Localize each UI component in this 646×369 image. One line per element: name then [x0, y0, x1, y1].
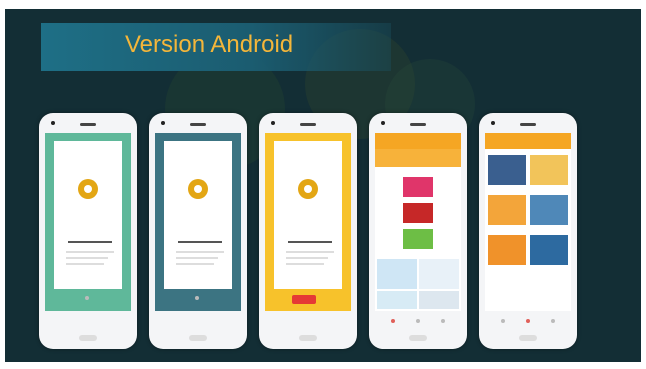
tab-home-icon[interactable]	[391, 319, 395, 323]
camera-icon	[271, 121, 275, 125]
thumbnail[interactable]	[377, 259, 417, 289]
camera-icon	[51, 121, 55, 125]
camera-icon	[491, 121, 495, 125]
coin-logo-icon	[298, 179, 318, 199]
thumbnail[interactable]	[377, 291, 417, 309]
grid-card[interactable]	[530, 155, 568, 185]
slide-title: Version Android	[125, 31, 294, 58]
camera-icon	[381, 121, 385, 125]
home-button[interactable]	[409, 335, 427, 341]
text-line	[286, 263, 324, 265]
phone-mockup-3	[259, 113, 357, 349]
grid-card[interactable]	[530, 195, 568, 225]
tab-profile-icon[interactable]	[551, 319, 555, 323]
camera-icon	[161, 121, 165, 125]
category-card-green[interactable]	[403, 229, 433, 249]
home-button[interactable]	[189, 335, 207, 341]
text-line	[286, 257, 328, 259]
tab-profile-icon[interactable]	[441, 319, 445, 323]
home-button[interactable]	[519, 335, 537, 341]
text-line	[286, 251, 334, 253]
text-line	[68, 241, 112, 243]
speaker-icon	[80, 123, 96, 126]
grid-card[interactable]	[530, 235, 568, 265]
phone-mockup-2	[149, 113, 247, 349]
tab-list-icon[interactable]	[526, 319, 530, 323]
text-line	[176, 251, 224, 253]
text-line	[176, 263, 214, 265]
text-line	[66, 263, 104, 265]
grid-card[interactable]	[488, 155, 526, 185]
grid-card[interactable]	[488, 235, 526, 265]
app-screen-green	[45, 133, 131, 311]
speaker-icon	[190, 123, 206, 126]
app-screen-categories	[375, 133, 461, 311]
phone-mockup-5	[479, 113, 577, 349]
thumbnail[interactable]	[419, 291, 459, 309]
coin-logo-icon	[188, 179, 208, 199]
app-banner	[375, 149, 461, 167]
text-line	[288, 241, 332, 243]
home-button[interactable]	[299, 335, 317, 341]
intro-card	[164, 141, 232, 289]
app-screen-slate	[155, 133, 241, 311]
tab-list-icon[interactable]	[416, 319, 420, 323]
intro-card	[54, 141, 122, 289]
text-line	[66, 257, 108, 259]
text-line	[178, 241, 222, 243]
home-button[interactable]	[79, 335, 97, 341]
category-card-pink[interactable]	[403, 177, 433, 197]
start-button[interactable]	[292, 295, 316, 304]
tab-home-icon[interactable]	[501, 319, 505, 323]
grid-card[interactable]	[488, 195, 526, 225]
speaker-icon	[520, 123, 536, 126]
app-screen-yellow	[265, 133, 351, 311]
phone-mockup-4	[369, 113, 467, 349]
category-card-red[interactable]	[403, 203, 433, 223]
app-header	[375, 133, 461, 149]
thumbnail[interactable]	[419, 259, 459, 289]
intro-card	[274, 141, 342, 289]
page-indicator[interactable]	[85, 296, 89, 300]
phone-mockup-1	[39, 113, 137, 349]
app-header	[485, 133, 571, 149]
speaker-icon	[300, 123, 316, 126]
text-line	[66, 251, 114, 253]
speaker-icon	[410, 123, 426, 126]
text-line	[176, 257, 218, 259]
app-screen-grid	[485, 133, 571, 311]
page-indicator[interactable]	[195, 296, 199, 300]
coin-logo-icon	[78, 179, 98, 199]
presentation-slide: Version Android	[5, 9, 641, 362]
